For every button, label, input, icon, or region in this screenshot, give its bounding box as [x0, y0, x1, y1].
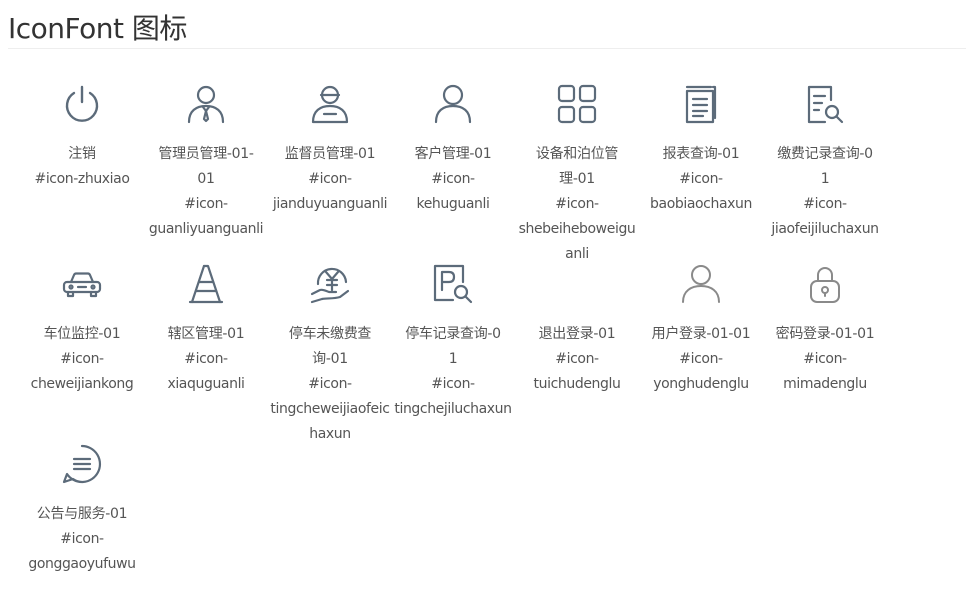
- user-login-icon: [681, 264, 721, 304]
- power-icon: [62, 84, 102, 124]
- icon-card[interactable]: 注销 #icon-zhuxiao: [22, 84, 142, 192]
- icon-label: 缴费记录查询-01: [777, 146, 873, 187]
- icon-card[interactable]: 停车记录查询-01 #icon- tingchejiluchaxun: [393, 264, 513, 422]
- icon-label: 密码登录-01-01: [775, 326, 875, 342]
- icon-card[interactable]: 公告与服务-01 #icon- gonggaoyufuwu: [22, 444, 142, 577]
- customer-user-icon: [433, 84, 473, 124]
- icon-label: 停车未缴费查询-01: [288, 326, 372, 367]
- icon-card[interactable]: 车位监控-01 #icon- cheweijiankong: [22, 264, 142, 397]
- icon-code: #icon- xiaquguanli: [167, 351, 245, 392]
- admin-user-icon: [186, 84, 226, 124]
- icon-code: #icon- shebeiheboweiguanli: [518, 196, 636, 262]
- icon-label: 用户登录-01-01: [651, 326, 751, 342]
- icon-code: #icon- jiaofeijiluchaxun: [771, 196, 879, 237]
- icon-card[interactable]: 设备和泊位管理-01 #icon- shebeiheboweiguanli: [517, 84, 637, 267]
- icon-card[interactable]: 报表查询-01 #icon- baobiaochaxun: [641, 84, 761, 217]
- icon-code: #icon- tingchejiluchaxun: [394, 376, 512, 417]
- icon-code: #icon- baobiaochaxun: [650, 171, 752, 212]
- icon-card[interactable]: 用户登录-01-01 #icon- yonghudenglu: [641, 264, 761, 397]
- icon-code: #icon- jianduyuanguanli: [272, 171, 388, 212]
- report-document-icon: [681, 84, 721, 124]
- icon-card[interactable]: 缴费记录查询-01 #icon- jiaofeijiluchaxun: [765, 84, 885, 242]
- icon-code: #icon- gonggaoyufuwu: [28, 531, 136, 572]
- chat-bubble-icon: [62, 444, 102, 484]
- icon-grid: 注销 #icon-zhuxiao 管理员管理-01-01 #icon- guan…: [0, 0, 977, 592]
- icon-label: 客户管理-01: [414, 146, 492, 162]
- icon-label: 退出登录-01: [538, 326, 616, 342]
- icon-card[interactable]: 停车未缴费查询-01 #icon- tingcheweijiaofeichaxu…: [270, 264, 390, 447]
- icon-label: 公告与服务-01: [36, 506, 128, 522]
- icon-label: 设备和泊位管理-01: [535, 146, 619, 187]
- icon-code: #icon- tuichudenglu: [533, 351, 621, 392]
- icon-label: 报表查询-01: [662, 146, 740, 162]
- icon-card[interactable]: 辖区管理-01 #icon- xiaquguanli: [146, 264, 266, 397]
- traffic-cone-icon: [186, 264, 226, 304]
- icon-label: 车位监控-01: [43, 326, 121, 342]
- icon-card[interactable]: 密码登录-01-01 #icon- mimadenglu: [765, 264, 885, 397]
- icon-label: 监督员管理-01: [284, 146, 376, 162]
- icon-card[interactable]: 客户管理-01 #icon- kehuguanli: [393, 84, 513, 217]
- icon-code: #icon-zhuxiao: [34, 171, 130, 187]
- yen-hand-coin-icon: [310, 264, 350, 304]
- icon-code: #icon- guanliyuanguanli: [148, 196, 264, 237]
- icon-label: 停车记录查询-01: [405, 326, 501, 367]
- supervisor-user-icon: [310, 84, 350, 124]
- payment-record-search-icon: [805, 84, 845, 124]
- icon-code: #icon- cheweijiankong: [30, 351, 134, 392]
- icon-label: 管理员管理-01-01: [158, 146, 254, 187]
- icon-label: 注销: [68, 146, 96, 162]
- lock-icon: [805, 264, 845, 304]
- parking-search-icon: [433, 264, 473, 304]
- logout-blank-icon: [557, 264, 597, 304]
- icon-card[interactable]: 退出登录-01 #icon- tuichudenglu: [517, 264, 637, 397]
- icon-code: #icon- kehuguanli: [416, 171, 490, 212]
- icon-card[interactable]: 监督员管理-01 #icon- jianduyuanguanli: [270, 84, 390, 217]
- grid-apps-icon: [557, 84, 597, 124]
- icon-code: #icon- yonghudenglu: [653, 351, 749, 392]
- car-icon: [62, 264, 102, 304]
- icon-card[interactable]: 管理员管理-01-01 #icon- guanliyuanguanli: [146, 84, 266, 242]
- icon-code: #icon- mimadenglu: [783, 351, 867, 392]
- icon-code: #icon- tingcheweijiaofeichaxun: [270, 376, 390, 442]
- icon-label: 辖区管理-01: [167, 326, 245, 342]
